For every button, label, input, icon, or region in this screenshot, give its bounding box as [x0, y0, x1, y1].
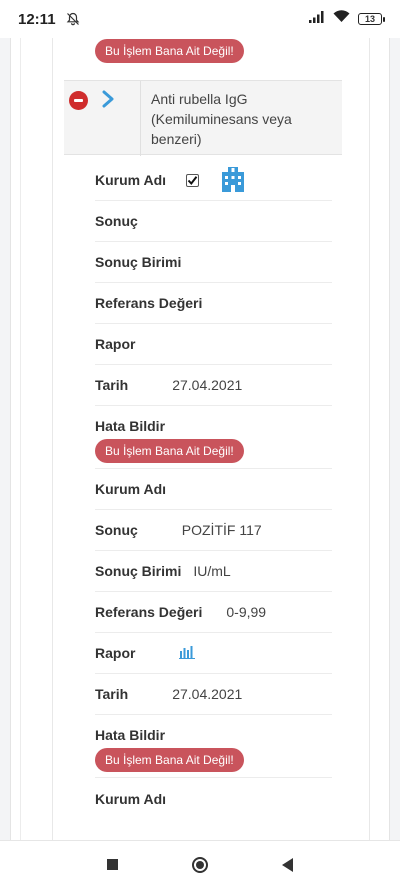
row-kurum-3: Kurum Adı	[95, 778, 332, 819]
row-birim: Sonuç Birimi	[95, 242, 332, 283]
rapor-label: Rapor	[95, 336, 136, 352]
system-navigation-bar	[0, 840, 400, 888]
sonuc-value-2: POZİTİF 117	[181, 522, 262, 538]
tarih-label-2: Tarih	[95, 686, 129, 702]
row-tarih-2: Tarih 27.04.2021	[95, 674, 332, 715]
row-kurum: Kurum Adı	[95, 160, 332, 201]
not-my-record-button[interactable]: Bu İşlem Bana Ait Değil!	[95, 439, 244, 463]
hata-bildir-label-2: Hata Bildir	[95, 727, 166, 743]
hata-bildir-label: Hata Bildir	[95, 418, 166, 434]
rapor-label-2: Rapor	[95, 645, 136, 661]
chevron-right-icon[interactable]	[100, 90, 118, 108]
test-name: Anti rubella IgG (Kemiluminesans veya be…	[151, 91, 292, 147]
kurum-label: Kurum Adı	[95, 172, 167, 188]
page-content: Bu İşlem Bana Ait Değil! Anti rubella Ig…	[0, 38, 400, 840]
test-header[interactable]: Anti rubella IgG (Kemiluminesans veya be…	[64, 80, 342, 156]
referans-label: Referans Değeri	[95, 295, 203, 311]
sonuc-label-2: Sonuç	[95, 522, 138, 538]
recent-apps-icon[interactable]	[107, 859, 118, 870]
row-hata-2: Hata Bildir Bu İşlem Bana Ait Değil!	[95, 715, 332, 778]
sonuc-birimi-label-2: Sonuç Birimi	[95, 563, 182, 579]
row-rapor: Rapor	[95, 324, 332, 365]
row-hata: Hata Bildir Bu İşlem Bana Ait Değil!	[95, 406, 332, 469]
result-block-1: Kurum Adı Sonuç Sonuç Birimi Referans De…	[95, 160, 332, 819]
sonuc-label: Sonuç	[95, 213, 138, 229]
remove-test-button[interactable]	[69, 91, 88, 110]
report-chart-icon[interactable]	[179, 645, 196, 662]
check-icon	[187, 175, 198, 185]
kurum-label-2: Kurum Adı	[95, 481, 167, 497]
battery-indicator: 13	[358, 13, 385, 25]
institution-checkbox[interactable]	[186, 173, 200, 187]
row-kurum-2: Kurum Adı	[95, 469, 332, 510]
row-referans-2: Referans Değeri 0-9,99	[95, 592, 332, 633]
tarih-label: Tarih	[95, 377, 129, 393]
sonuc-birimi-value-2: IU/mL	[193, 563, 231, 579]
not-my-record-button-2[interactable]: Bu İşlem Bana Ait Değil!	[95, 748, 244, 772]
row-tarih: Tarih 27.04.2021	[95, 365, 332, 406]
notifications-muted-icon	[66, 12, 80, 26]
kurum-label-3: Kurum Adı	[95, 790, 167, 807]
status-time: 12:11	[18, 10, 56, 28]
wifi-icon	[333, 10, 350, 28]
status-bar: 12:11 13	[0, 0, 400, 38]
row-referans: Referans Değeri	[95, 283, 332, 324]
sonuc-birimi-label: Sonuç Birimi	[95, 254, 182, 270]
signal-icon	[309, 10, 325, 28]
back-icon[interactable]	[282, 857, 293, 872]
referans-label-2: Referans Değeri	[95, 604, 203, 620]
referans-value-2: 0-9,99	[226, 604, 267, 620]
row-sonuc-2: Sonuç POZİTİF 117	[95, 510, 332, 551]
home-icon[interactable]	[192, 856, 208, 873]
row-rapor-2: Rapor	[95, 633, 332, 674]
row-sonuc: Sonuç	[95, 201, 332, 242]
tarih-value: 27.04.2021	[172, 377, 243, 393]
row-birim-2: Sonuç Birimi IU/mL	[95, 551, 332, 592]
hospital-building-icon[interactable]	[219, 166, 247, 195]
header-divider	[140, 81, 141, 156]
tarih-value-2: 27.04.2021	[172, 686, 243, 702]
not-my-record-button-top[interactable]: Bu İşlem Bana Ait Değil!	[95, 39, 244, 63]
